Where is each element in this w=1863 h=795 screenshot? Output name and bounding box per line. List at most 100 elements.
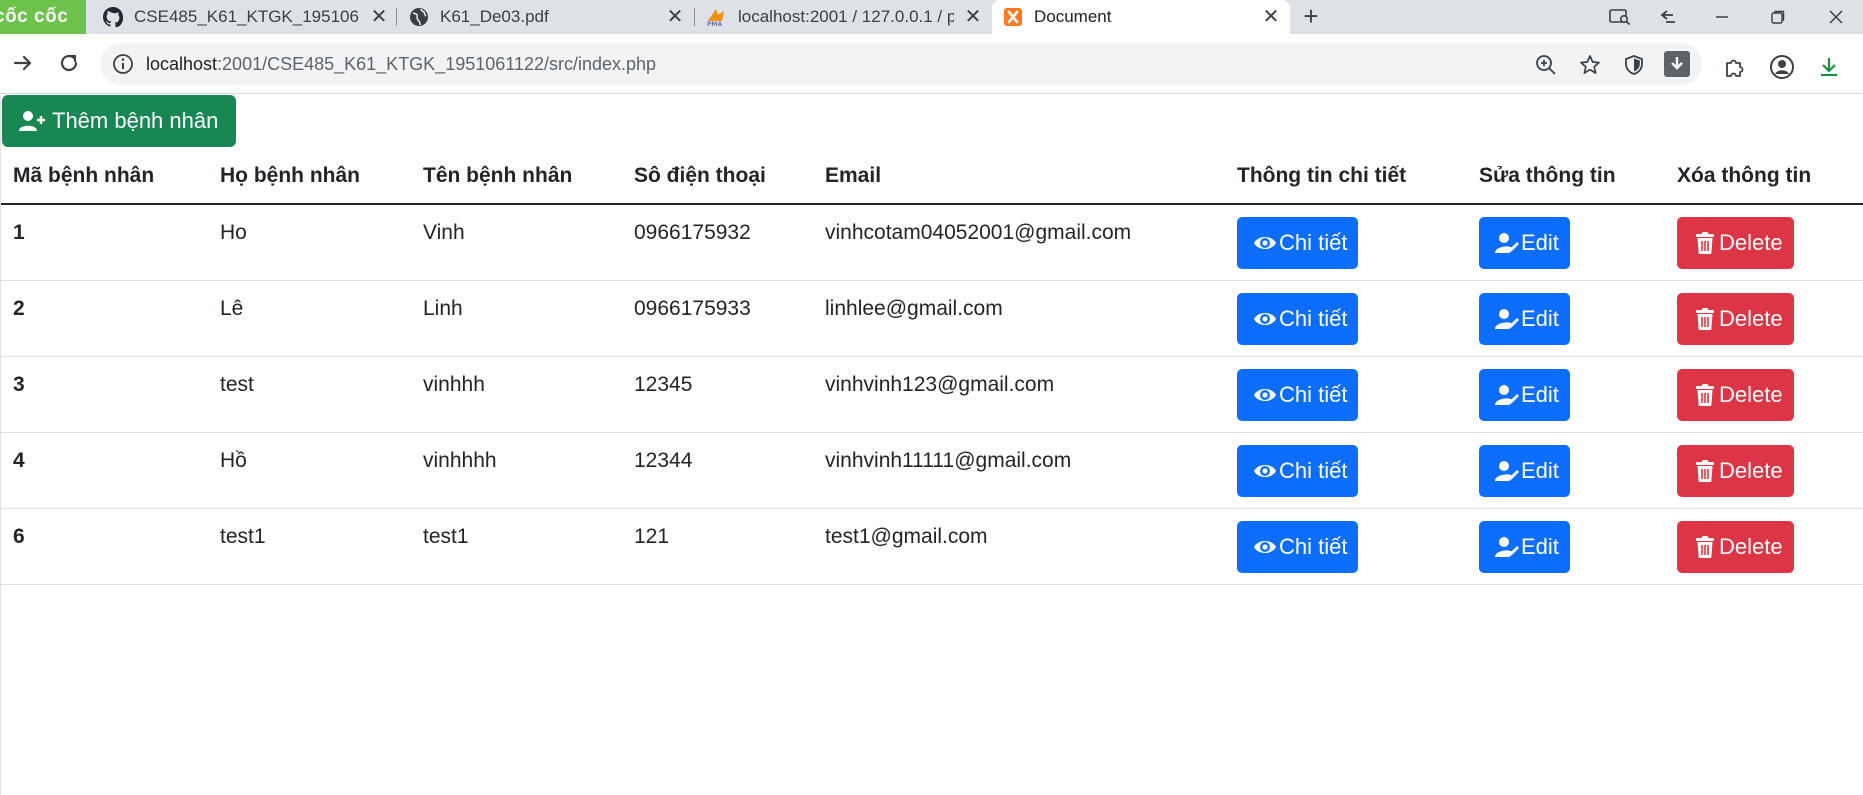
- close-window-icon[interactable]: [1814, 0, 1858, 34]
- eye-icon: [1254, 540, 1276, 553]
- tab-document[interactable]: Document ✕: [992, 0, 1290, 34]
- edit-button[interactable]: Edit: [1479, 217, 1570, 269]
- eye-icon: [1254, 237, 1276, 249]
- header-ho-benh-nhan: Họ bệnh nhân: [208, 149, 411, 205]
- browser-tab-strip: cốc cốc CSE485_K61_KTGK_1951061122 ✕ K61…: [0, 0, 1863, 34]
- delete-button[interactable]: Delete: [1677, 217, 1794, 269]
- detail-button[interactable]: Chi tiết: [1237, 520, 1359, 573]
- restore-icon[interactable]: [1756, 0, 1800, 34]
- new-tab-button[interactable]: +: [1296, 0, 1326, 34]
- user-edit-icon: [1495, 308, 1519, 329]
- tab-github[interactable]: CSE485_K61_KTGK_1951061122 ✕: [92, 0, 398, 34]
- cell-detail: Chi tiết: [1225, 508, 1467, 585]
- address-bar[interactable]: localhost:2001/CSE485_K61_KTGK_195106112…: [100, 43, 1702, 85]
- cell-email: linhlee@gmail.com: [813, 280, 1225, 357]
- edit-button[interactable]: Edit: [1479, 520, 1570, 573]
- download-arrow-icon[interactable]: [1664, 51, 1690, 77]
- cell-patient-id: 2: [1, 280, 208, 357]
- tab-phpmyadmin[interactable]: PMA localhost:2001 / 127.0.0.1 / phpMyAd…: [696, 0, 992, 34]
- download-icon[interactable]: [1816, 54, 1842, 80]
- cell-edit: Edit: [1467, 204, 1665, 281]
- zoom-icon[interactable]: [1534, 53, 1558, 77]
- user-edit-icon: [1495, 233, 1519, 253]
- header-email: Email: [813, 149, 1225, 205]
- tab-search-icon[interactable]: [1598, 0, 1642, 34]
- cell-patient-id: 1: [1, 204, 208, 281]
- star-bookmark-icon[interactable]: [1578, 53, 1602, 77]
- delete-label: Delete: [1719, 381, 1783, 407]
- close-icon[interactable]: ✕: [962, 6, 984, 28]
- edit-button[interactable]: Edit: [1479, 368, 1570, 421]
- cell-email: vinhcotam04052001@gmail.com: [813, 204, 1225, 281]
- info-icon[interactable]: [112, 53, 134, 75]
- phpmyadmin-icon: PMA: [706, 6, 728, 28]
- delete-button[interactable]: Delete: [1677, 520, 1794, 573]
- back-history-icon[interactable]: [1646, 0, 1690, 34]
- delete-label: Delete: [1719, 533, 1783, 559]
- cell-delete: Delete: [1665, 204, 1863, 281]
- browser-toolbar: localhost:2001/CSE485_K61_KTGK_195106112…: [0, 34, 1863, 94]
- add-patient-label: Thêm bệnh nhân: [52, 108, 219, 133]
- delete-button[interactable]: Delete: [1677, 444, 1794, 497]
- cell-phone: 12344: [622, 432, 813, 509]
- cell-ten: vinhhhh: [411, 432, 622, 509]
- trash-icon: [1696, 459, 1714, 482]
- cell-detail: Chi tiết: [1225, 280, 1467, 357]
- cell-detail: Chi tiết: [1225, 356, 1467, 433]
- cell-ho: Lê: [208, 280, 411, 357]
- table-row: 2 Lê Linh 0966175933 linhlee@gmail.com C…: [1, 280, 1863, 357]
- person-plus-icon: [19, 111, 45, 131]
- extensions-puzzle-icon[interactable]: [1722, 54, 1748, 80]
- brand-text: cốc cốc: [0, 6, 69, 27]
- url-host: localhost: [146, 54, 218, 74]
- eye-icon: [1254, 388, 1276, 401]
- cell-ten: vinhhh: [411, 356, 622, 433]
- cell-delete: Delete: [1665, 280, 1863, 357]
- profile-avatar-icon[interactable]: [1769, 54, 1795, 80]
- eye-icon: [1254, 464, 1276, 477]
- close-icon[interactable]: ✕: [664, 6, 686, 28]
- cell-email: vinhvinh11111@gmail.com: [813, 432, 1225, 509]
- close-icon[interactable]: ✕: [368, 6, 390, 28]
- cell-email: test1@gmail.com: [813, 508, 1225, 585]
- delete-button[interactable]: Delete: [1677, 292, 1794, 345]
- detail-button[interactable]: Chi tiết: [1237, 444, 1359, 497]
- detail-label: Chi tiết: [1279, 305, 1348, 331]
- table-row: 4 Hồ vinhhhh 12344 vinhvinh11111@gmail.c…: [1, 432, 1863, 509]
- globe-icon: [408, 6, 430, 28]
- edit-button[interactable]: Edit: [1479, 292, 1570, 345]
- cell-phone: 12345: [622, 356, 813, 433]
- cell-phone: 0966175932: [622, 204, 813, 281]
- minimize-icon[interactable]: [1700, 0, 1744, 34]
- shield-icon[interactable]: [1622, 53, 1646, 77]
- browser-brand-logo[interactable]: cốc cốc: [0, 0, 86, 34]
- trash-icon: [1696, 232, 1714, 254]
- page-content: Thêm bệnh nhân Mã bệnh nhân Họ bệnh nhân…: [0, 95, 1863, 795]
- detail-button[interactable]: Chi tiết: [1237, 292, 1359, 345]
- cell-ho: Hồ: [208, 432, 411, 509]
- cell-patient-id: 4: [1, 432, 208, 509]
- table-header-row: Mã bệnh nhân Họ bệnh nhân Tên bệnh nhân …: [1, 149, 1863, 205]
- cell-edit: Edit: [1467, 280, 1665, 357]
- trash-icon: [1696, 307, 1714, 330]
- forward-arrow-icon[interactable]: [6, 46, 40, 80]
- edit-button[interactable]: Edit: [1479, 444, 1570, 497]
- cell-ten: Vinh: [411, 204, 622, 281]
- address-url[interactable]: localhost:2001/CSE485_K61_KTGK_195106112…: [146, 43, 656, 85]
- cell-delete: Delete: [1665, 356, 1863, 433]
- table-row: 1 Ho Vinh 0966175932 vinhcotam04052001@g…: [1, 204, 1863, 281]
- header-so-dien-thoai: Sô điện thoại: [622, 149, 813, 205]
- delete-button[interactable]: Delete: [1677, 368, 1794, 421]
- tab-pdf[interactable]: K61_De03.pdf ✕: [398, 0, 694, 34]
- add-patient-button[interactable]: Thêm bệnh nhân: [2, 95, 236, 147]
- close-icon[interactable]: ✕: [1260, 6, 1282, 28]
- delete-label: Delete: [1719, 457, 1783, 483]
- cell-ten: test1: [411, 508, 622, 585]
- header-ma-benh-nhan: Mã bệnh nhân: [1, 149, 208, 205]
- edit-label: Edit: [1521, 381, 1559, 407]
- tab-divider: [694, 8, 695, 26]
- reload-icon[interactable]: [52, 46, 86, 80]
- detail-button[interactable]: Chi tiết: [1237, 368, 1359, 421]
- detail-button[interactable]: Chi tiết: [1237, 217, 1359, 269]
- xampp-icon: [1002, 6, 1024, 28]
